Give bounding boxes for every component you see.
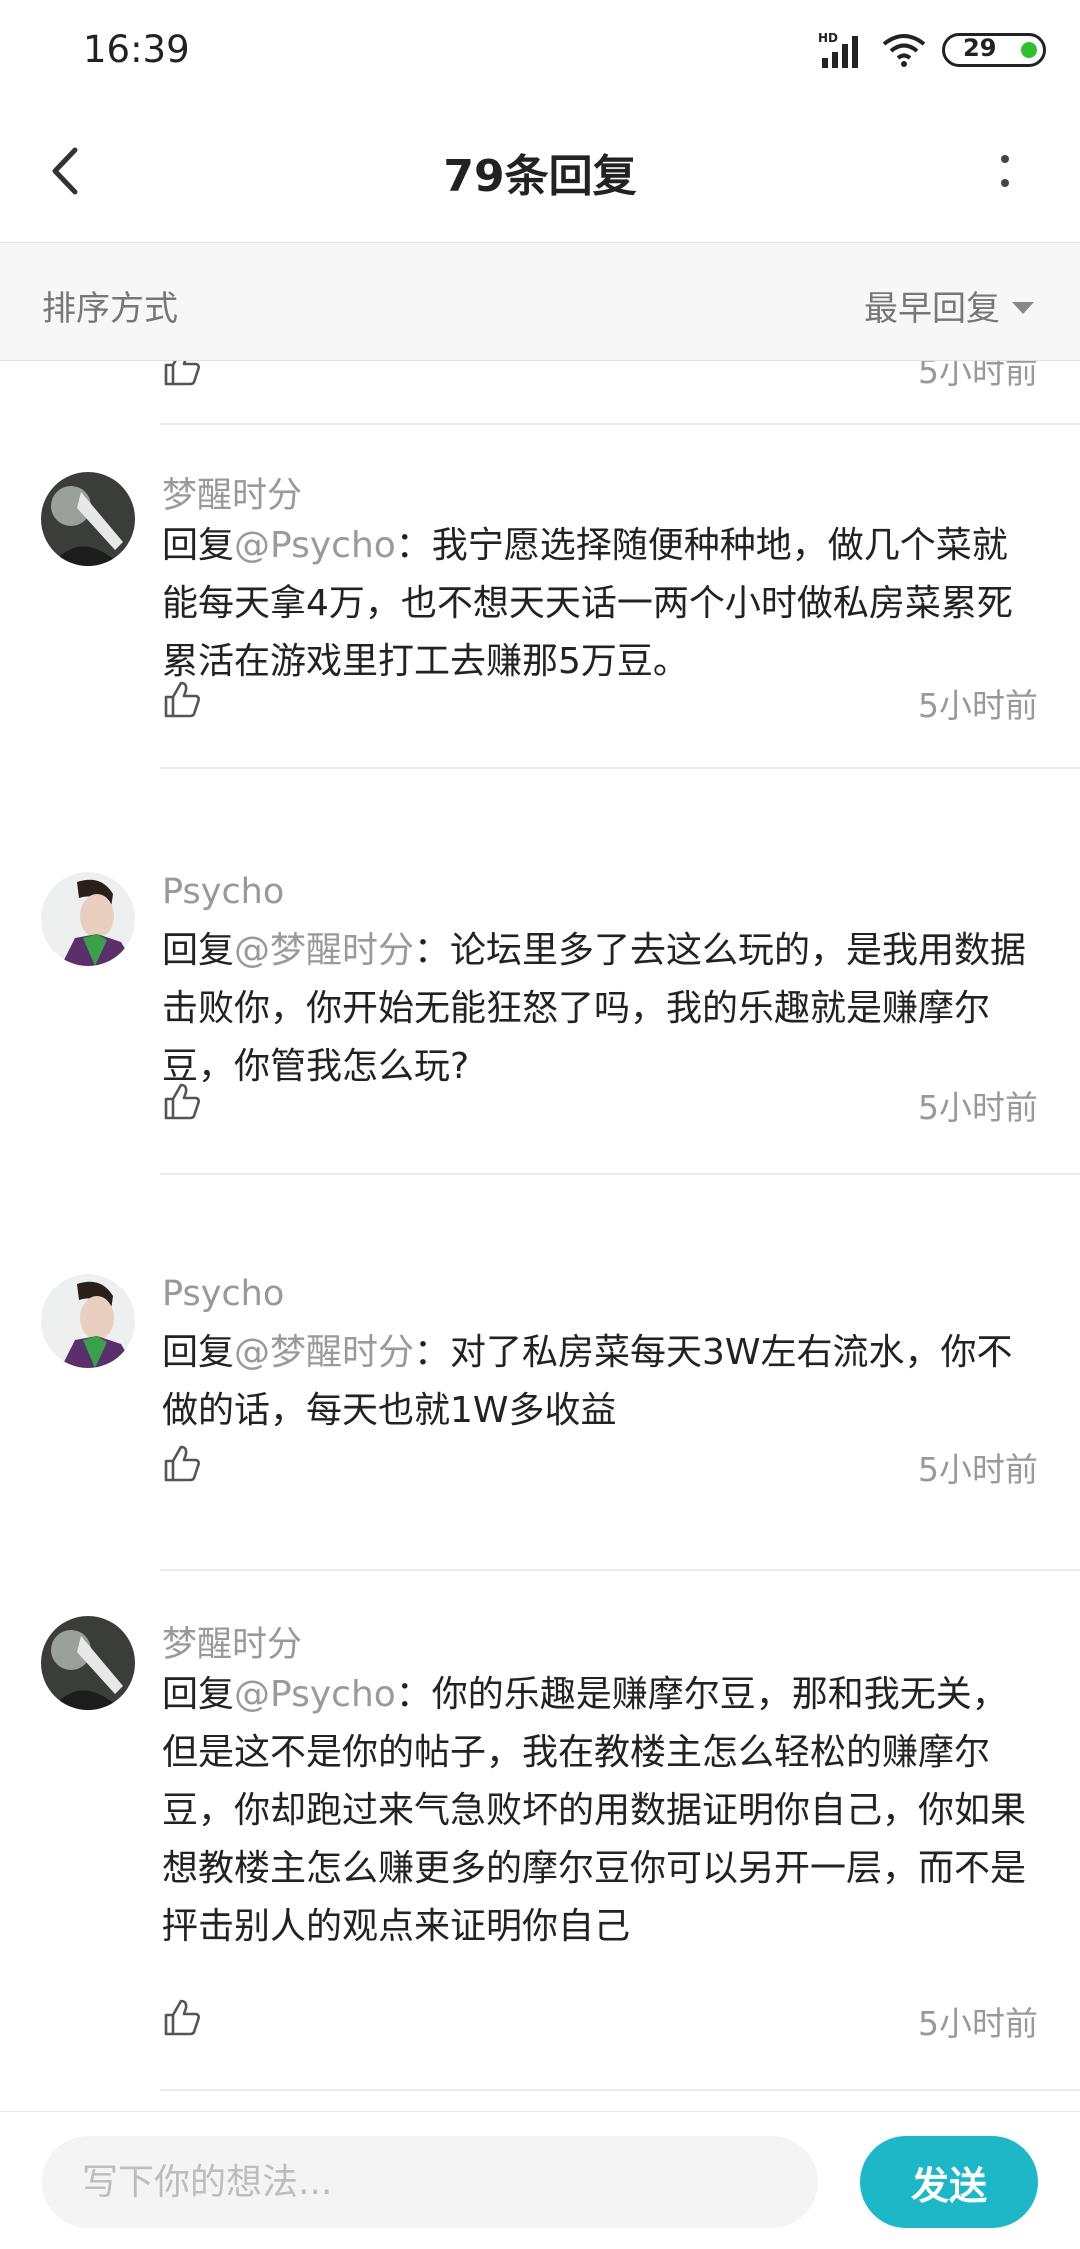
reply-prefix: 回复 xyxy=(162,1674,235,1715)
sort-label: 排序方式 xyxy=(42,289,178,329)
reply-content: 回复@梦醒时分：对了私房菜每天3W左右流水，你不做的话，每天也就1W多收益 xyxy=(162,1324,1042,1440)
reply-time: 5小时前 xyxy=(918,2004,1038,2043)
divider xyxy=(160,1173,1080,1175)
avatar[interactable] xyxy=(41,872,135,966)
avatar[interactable] xyxy=(41,1616,135,1710)
dropdown-triangle-icon xyxy=(1012,301,1034,314)
reply-time: 5小时前 xyxy=(918,361,1038,391)
list-item-partial: 5小时前 xyxy=(0,361,1080,425)
reply-mention[interactable]: @Psycho xyxy=(234,525,396,566)
reply-content: 回复@梦醒时分：论坛里多了去这么玩的，是我用数据击败你，你开始无能狂怒了吗，我的… xyxy=(162,922,1042,1096)
comment-composer: 发送 xyxy=(0,2111,1080,2249)
more-vertical-icon xyxy=(1001,155,1009,187)
wifi-icon xyxy=(882,34,926,67)
reply-mention[interactable]: @梦醒时分 xyxy=(234,930,414,971)
reply-prefix: 回复 xyxy=(162,930,235,971)
avatar-image xyxy=(41,1274,135,1368)
more-options-button[interactable] xyxy=(970,136,1040,206)
status-icons: HD 29 xyxy=(818,28,1046,72)
divider xyxy=(160,767,1080,769)
like-icon[interactable] xyxy=(162,361,202,387)
battery-charge-dot xyxy=(1021,42,1037,58)
reply-mention[interactable]: @梦醒时分 xyxy=(234,1332,414,1373)
reply-item: 梦醒时分 回复@Psycho：我宁愿选择随便种种地，做几个菜就能每天拿4万，也不… xyxy=(0,425,1080,769)
status-bar: 16:39 HD 29 xyxy=(0,0,1080,100)
reply-time: 5小时前 xyxy=(918,686,1038,725)
avatar[interactable] xyxy=(41,472,135,566)
battery-icon: 29 xyxy=(942,33,1046,67)
divider xyxy=(160,2089,1080,2091)
avatar-image xyxy=(41,472,135,566)
sort-bar: 排序方式 最早回复 xyxy=(0,243,1080,361)
send-button[interactable]: 发送 xyxy=(860,2136,1038,2228)
reply-username[interactable]: 梦醒时分 xyxy=(162,467,302,518)
network-type-label: HD xyxy=(818,31,838,45)
reply-content: 回复@Psycho：我宁愿选择随便种种地，做几个菜就能每天拿4万，也不想天天话一… xyxy=(162,517,1042,691)
reply-prefix: 回复 xyxy=(162,525,235,566)
like-icon[interactable] xyxy=(162,679,202,719)
reply-time: 5小时前 xyxy=(918,1088,1038,1127)
reply-content: 回复@Psycho：你的乐趣是赚摩尔豆，那和我无关，但是这不是你的帖子，我在教楼… xyxy=(162,1666,1042,1956)
avatar[interactable] xyxy=(41,1274,135,1368)
sort-selected-value: 最早回复 xyxy=(864,289,1000,329)
reply-username[interactable]: Psycho xyxy=(162,872,284,912)
reply-item: Psycho 回复@梦醒时分：论坛里多了去这么玩的，是我用数据击败你，你开始无能… xyxy=(0,827,1080,1229)
avatar-image xyxy=(41,1616,135,1710)
comment-input[interactable] xyxy=(42,2136,818,2228)
battery-level: 29 xyxy=(963,34,997,62)
reply-mention[interactable]: @Psycho xyxy=(234,1674,396,1715)
reply-username[interactable]: 梦醒时分 xyxy=(162,1616,302,1667)
sort-dropdown[interactable]: 最早回复 xyxy=(864,281,1034,330)
reply-item: Psycho 回复@梦醒时分：对了私房菜每天3W左右流水，你不做的话，每天也就1… xyxy=(0,1229,1080,1573)
status-time: 16:39 xyxy=(83,28,190,71)
reply-username[interactable]: Psycho xyxy=(162,1274,284,1314)
reply-list[interactable]: 5小时前 梦醒时分 回复@Psycho：我宁愿选择随便种种地，做几个菜就能每天拿… xyxy=(0,361,1080,2111)
signal-icon: HD xyxy=(818,31,858,68)
reply-prefix: 回复 xyxy=(162,1332,235,1373)
page-title: 79条回复 xyxy=(443,151,637,202)
reply-time: 5小时前 xyxy=(918,1450,1038,1489)
like-icon[interactable] xyxy=(162,1443,202,1483)
like-icon[interactable] xyxy=(162,1997,202,2037)
like-icon[interactable] xyxy=(162,1081,202,1121)
avatar-image xyxy=(41,872,135,966)
app-header: 79条回复 xyxy=(0,100,1080,243)
reply-item: 梦醒时分 回复@Psycho：你的乐趣是赚摩尔豆，那和我无关，但是这不是你的帖子… xyxy=(0,1571,1080,2111)
